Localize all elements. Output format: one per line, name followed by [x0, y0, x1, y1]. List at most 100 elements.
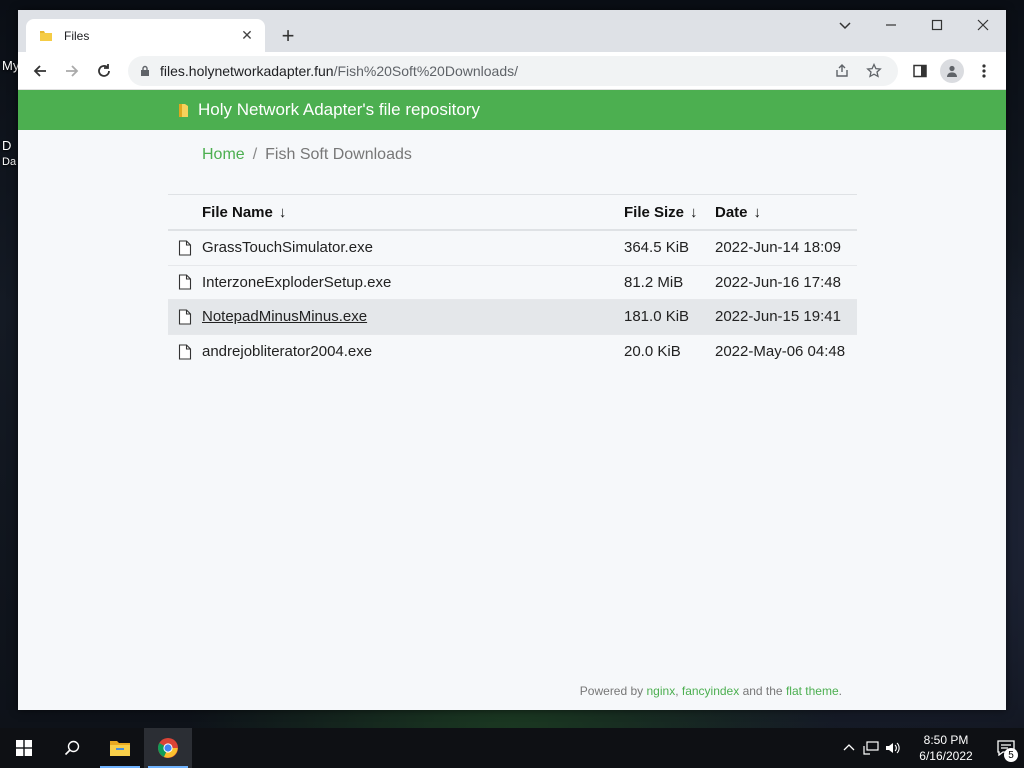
share-icon — [836, 63, 848, 77]
breadcrumb-separator: / — [252, 146, 258, 163]
new-tab-button[interactable]: + — [276, 23, 300, 48]
file-icon — [168, 344, 202, 360]
footer-suffix: . — [838, 684, 842, 698]
lock-icon[interactable] — [140, 65, 150, 77]
avatar — [940, 58, 964, 83]
file-name-link[interactable]: andrejobliterator2004.exe — [202, 343, 372, 360]
sort-by-name-header[interactable]: File Name ↓ — [202, 204, 624, 221]
minimize-button[interactable] — [868, 10, 914, 40]
file-date: 2022-Jun-15 19:41 — [715, 308, 841, 326]
sort-arrow-icon: ↓ — [278, 203, 287, 221]
table-row[interactable]: InterzoneExploderSetup.exe 81.2 MiB 2022… — [168, 266, 857, 300]
system-tray: 8:50 PM 6/16/2022 5 — [838, 728, 1024, 768]
browser-tab[interactable]: Files ✕ — [26, 19, 265, 52]
table-row[interactable]: GrassTouchSimulator.exe 364.5 KiB 2022-J… — [168, 231, 857, 266]
fancyindex-link[interactable]: fancyindex — [682, 684, 739, 698]
clock-time: 8:50 PM — [923, 733, 969, 747]
action-center-button[interactable]: 5 — [988, 740, 1024, 762]
file-size: 20.0 KiB — [624, 343, 681, 361]
desktop-icon-label[interactable]: D — [2, 138, 11, 153]
reload-button[interactable] — [88, 55, 120, 87]
more-vert-icon — [982, 63, 986, 78]
star-icon — [866, 62, 882, 78]
forward-button[interactable] — [56, 55, 88, 87]
windows-logo-icon — [16, 740, 32, 756]
table-row[interactable]: NotepadMinusMinus.exe 181.0 KiB 2022-Jun… — [168, 300, 857, 335]
chrome-icon — [158, 738, 178, 758]
size-header-label: File Size — [624, 203, 685, 221]
file-date: 2022-Jun-16 17:48 — [715, 273, 841, 291]
tab-strip: Files ✕ + — [18, 10, 1006, 52]
file-size: 364.5 KiB — [624, 239, 690, 257]
arrow-left-icon — [33, 64, 46, 77]
file-size: 81.2 MiB — [624, 273, 684, 291]
show-hidden-icons-button[interactable] — [838, 742, 860, 754]
browser-toolbar: files.holynetworkadapter.fun/Fish%20Soft… — [18, 52, 1006, 90]
profile-button[interactable] — [936, 55, 968, 87]
breadcrumb-home-link[interactable]: Home — [202, 146, 245, 163]
menu-button[interactable] — [968, 55, 1000, 87]
reload-icon — [98, 63, 110, 77]
file-explorer-taskbar-button[interactable] — [96, 728, 144, 768]
arrow-right-icon — [66, 64, 79, 77]
notification-count-badge: 5 — [1004, 748, 1018, 762]
file-size: 181.0 KiB — [624, 308, 690, 326]
site-header: Holy Network Adapter's file repository — [18, 90, 1006, 130]
maximize-button[interactable] — [914, 10, 960, 40]
sort-by-date-header[interactable]: Date ↓ — [715, 204, 857, 221]
file-listing: File Name ↓ File Size ↓ Date ↓ GrassTouchSi… — [168, 194, 857, 369]
maximize-icon — [931, 19, 943, 31]
nginx-link[interactable]: nginx — [647, 684, 676, 698]
folder-icon — [178, 102, 190, 118]
bookmark-button[interactable] — [858, 57, 890, 85]
close-tab-icon[interactable]: ✕ — [239, 27, 255, 44]
browser-window: Files ✕ + files.holynetworkadapter.fun/F… — [18, 10, 1006, 710]
table-row[interactable]: andrejobliterator2004.exe 20.0 KiB 2022-… — [168, 335, 857, 370]
tab-title: Files — [64, 28, 90, 43]
tab-search-button[interactable] — [822, 10, 868, 40]
search-icon — [64, 740, 80, 756]
address-bar[interactable]: files.holynetworkadapter.fun/Fish%20Soft… — [128, 55, 898, 86]
name-header-label: File Name — [202, 203, 273, 221]
url-host: files.holynetworkadapter.fun — [160, 62, 334, 79]
minimize-icon — [886, 24, 896, 26]
footer-middle: and the — [739, 684, 786, 698]
chevron-up-icon — [843, 744, 855, 751]
close-window-button[interactable] — [960, 10, 1006, 40]
file-name-link[interactable]: NotepadMinusMinus.exe — [202, 308, 367, 325]
window-controls — [822, 10, 1006, 40]
desktop-icon-label[interactable]: My — [2, 58, 19, 73]
page-content: Holy Network Adapter's file repository H… — [18, 90, 1006, 710]
site-title: Holy Network Adapter's file repository — [198, 100, 480, 119]
network-button[interactable] — [860, 741, 882, 755]
file-explorer-icon — [110, 741, 130, 756]
file-icon — [168, 274, 202, 290]
url-path: /Fish%20Soft%20Downloads/ — [333, 62, 518, 79]
folder-icon — [38, 28, 54, 44]
file-name-link[interactable]: GrassTouchSimulator.exe — [202, 239, 373, 256]
sort-by-size-header[interactable]: File Size ↓ — [624, 204, 715, 221]
sort-arrow-icon: ↓ — [753, 203, 762, 221]
breadcrumb-current: Fish Soft Downloads — [265, 146, 412, 163]
file-icon — [168, 309, 202, 325]
share-button[interactable] — [826, 57, 858, 85]
person-icon — [947, 65, 957, 77]
file-name-link[interactable]: InterzoneExploderSetup.exe — [202, 274, 391, 291]
chevron-down-icon — [839, 22, 851, 30]
page-footer: Powered by nginx, fancyindex and the fla… — [580, 684, 842, 698]
back-button[interactable] — [24, 55, 56, 87]
flat-theme-link[interactable]: flat theme — [786, 684, 839, 698]
side-panel-icon — [913, 64, 927, 77]
date-header-label: Date — [715, 203, 748, 221]
taskbar-clock[interactable]: 8:50 PM 6/16/2022 — [910, 732, 982, 764]
volume-button[interactable] — [882, 741, 904, 755]
file-date: 2022-May-06 04:48 — [715, 343, 846, 361]
start-button[interactable] — [0, 728, 48, 768]
url-text[interactable]: files.holynetworkadapter.fun/Fish%20Soft… — [160, 63, 826, 79]
desktop-icon-label[interactable]: Da — [2, 156, 16, 168]
breadcrumb: Home / Fish Soft Downloads — [202, 146, 412, 164]
search-button[interactable] — [48, 728, 96, 768]
chrome-taskbar-button[interactable] — [144, 728, 192, 768]
side-panel-button[interactable] — [904, 55, 936, 87]
sort-arrow-icon: ↓ — [690, 203, 698, 221]
